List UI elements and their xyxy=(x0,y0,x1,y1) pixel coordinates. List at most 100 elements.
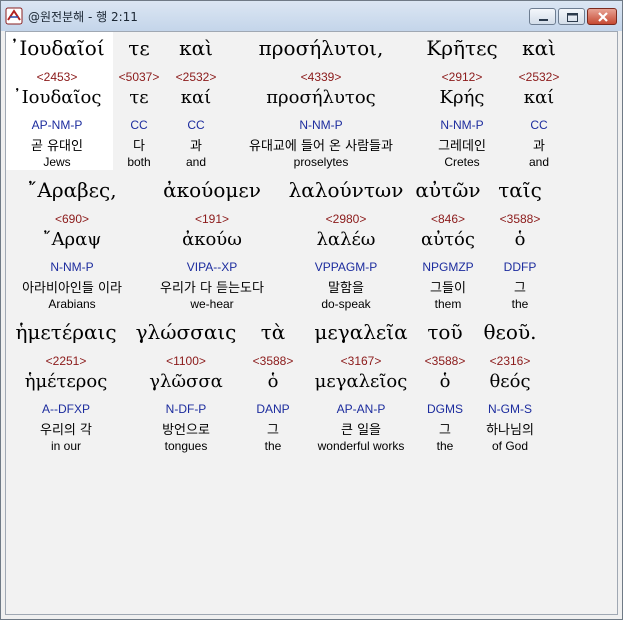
english-gloss: Arabians xyxy=(48,297,96,311)
morphology-code[interactable]: N-NM-P xyxy=(228,118,414,132)
lemma: ῎Αραψ xyxy=(42,229,102,250)
korean-gloss: 과 xyxy=(190,139,202,154)
korean-gloss: 방언으로 xyxy=(162,423,210,438)
strong-number[interactable]: <2251> xyxy=(8,354,124,368)
morphology-code[interactable]: N-GM-S xyxy=(478,402,542,416)
strong-number[interactable]: <846> xyxy=(410,212,486,226)
strong-number[interactable]: <690> xyxy=(8,212,136,226)
word-block[interactable]: ᾿Ιουδαῖοί <2453> ᾿Ιουδαῖος AP-NM-P 곧 유대인… xyxy=(6,36,108,171)
morphology-code[interactable]: VIPA--XP xyxy=(144,260,280,274)
korean-gloss: 우리가 다 듣는도다 xyxy=(160,281,264,296)
english-gloss: in our xyxy=(50,439,82,453)
lemma: τε xyxy=(129,87,149,108)
english-gloss: wonderful works xyxy=(317,439,405,453)
korean-gloss: 말함을 xyxy=(328,281,364,296)
morphology-code[interactable]: CC xyxy=(512,118,566,132)
word-block[interactable]: καὶ <2532> καί CC 과 and xyxy=(170,36,222,171)
morphology-code[interactable]: A--DFXP xyxy=(8,402,124,416)
korean-gloss: 그들이 xyxy=(430,281,466,296)
word-block[interactable]: ἡμετέραις <2251> ἡμέτερος A--DFXP 우리의 각 … xyxy=(8,320,124,455)
strong-number[interactable]: <4339> xyxy=(228,70,414,84)
strong-number[interactable]: <2316> xyxy=(478,354,542,368)
word-block[interactable]: τοῦ <3588> ὁ DGMS 그 the xyxy=(418,320,472,455)
morphology-code[interactable]: NPGMZP xyxy=(410,260,486,274)
korean-gloss: 과 xyxy=(533,139,545,154)
word-block[interactable]: ἀκούομεν <191> ἀκούω VIPA--XP 우리가 다 듣는도다… xyxy=(144,178,280,313)
word-block[interactable]: καὶ <2532> καί CC 과 and xyxy=(512,36,566,171)
morphology-code[interactable]: CC xyxy=(170,118,222,132)
lemma: προσήλυτος xyxy=(266,87,376,108)
korean-gloss: 하나님의 xyxy=(486,423,534,438)
korean-gloss: 아라비아인들 이라 xyxy=(22,281,122,296)
interlinear-panel[interactable]: ᾿Ιουδαῖοί <2453> ᾿Ιουδαῖος AP-NM-P 곧 유대인… xyxy=(5,31,618,615)
lemma: γλῶσσα xyxy=(149,371,223,392)
english-gloss: proselytes xyxy=(293,155,349,169)
word-block[interactable]: τε <5037> τε CC 다 both xyxy=(113,36,165,171)
word-block[interactable]: μεγαλεῖα <3167> μεγαλεῖος AP-AN-P 큰 일을 w… xyxy=(304,320,418,455)
morphology-code[interactable]: N-NM-P xyxy=(418,118,506,132)
lemma: Κρής xyxy=(439,87,485,108)
lemma: καί xyxy=(523,87,555,108)
strong-number[interactable]: <2912> xyxy=(418,70,506,84)
greek-word: ᾿Ιουδαῖοί xyxy=(9,36,105,60)
window-title: @원전분해 - 행 2:11 xyxy=(28,10,138,24)
word-block[interactable]: ῎Αραβες, <690> ῎Αραψ N-NM-P 아라비아인들 이라 Ar… xyxy=(8,178,136,313)
morphology-code[interactable]: DANP xyxy=(248,402,298,416)
strong-number[interactable]: <1100> xyxy=(130,354,242,368)
strong-number[interactable]: <3588> xyxy=(418,354,472,368)
lemma: ἡμέτερος xyxy=(24,371,108,392)
strong-number[interactable]: <3588> xyxy=(248,354,298,368)
word-block[interactable]: Κρῆτες <2912> Κρής N-NM-P 그레데인 Cretes xyxy=(418,36,506,171)
lemma: λαλέω xyxy=(316,229,376,250)
word-block[interactable]: τὰ <3588> ὁ DANP 그 the xyxy=(248,320,298,455)
morphology-code[interactable]: AP-NM-P xyxy=(6,118,108,132)
english-gloss: the xyxy=(264,439,282,453)
strong-number[interactable]: <191> xyxy=(144,212,280,226)
greek-word: τοῦ xyxy=(427,320,463,344)
greek-word: προσήλυτοι, xyxy=(258,36,384,60)
english-gloss: do-speak xyxy=(321,297,371,311)
korean-gloss: 그레데인 xyxy=(438,139,486,154)
strong-number[interactable]: <2532> xyxy=(512,70,566,84)
close-button[interactable] xyxy=(587,8,617,25)
strong-number[interactable]: <3167> xyxy=(304,354,418,368)
lemma: μεγαλεῖος xyxy=(314,371,408,392)
morphology-code[interactable]: VPPAGM-P xyxy=(286,260,406,274)
lemma: ὁ xyxy=(267,371,279,392)
english-gloss: of God xyxy=(491,439,529,453)
strong-number[interactable]: <3588> xyxy=(490,212,550,226)
greek-word: ῎Αραβες, xyxy=(27,178,117,202)
word-block[interactable]: αὐτῶν <846> αὐτός NPGMZP 그들이 them xyxy=(410,178,486,313)
morphology-code[interactable]: CC xyxy=(113,118,165,132)
word-block[interactable]: θεοῦ. <2316> θεός N-GM-S 하나님의 of God xyxy=(478,320,542,455)
greek-word: αὐτῶν xyxy=(415,178,481,202)
english-gloss: the xyxy=(511,297,529,311)
greek-word: γλώσσαις xyxy=(135,320,237,344)
english-gloss: and xyxy=(528,155,550,169)
strong-number[interactable]: <5037> xyxy=(113,70,165,84)
strong-number[interactable]: <2980> xyxy=(286,212,406,226)
korean-gloss: 우리의 각 xyxy=(40,423,92,438)
word-block[interactable]: ταῖς <3588> ὁ DDFP 그 the xyxy=(490,178,550,313)
korean-gloss: 곧 유대인 xyxy=(31,139,83,154)
minimize-button[interactable] xyxy=(529,8,556,25)
lemma: αὐτός xyxy=(421,229,475,250)
morphology-code[interactable]: DGMS xyxy=(418,402,472,416)
korean-gloss: 큰 일을 xyxy=(340,423,381,438)
title-bar[interactable]: @원전분해 - 행 2:11 xyxy=(1,1,622,31)
korean-gloss: 다 xyxy=(133,139,145,154)
maximize-button[interactable] xyxy=(558,8,585,25)
morphology-code[interactable]: DDFP xyxy=(490,260,550,274)
greek-word: τε xyxy=(128,36,150,60)
english-gloss: Jews xyxy=(43,155,71,169)
morphology-code[interactable]: N-DF-P xyxy=(130,402,242,416)
greek-word: θεοῦ. xyxy=(483,320,537,344)
word-block[interactable]: γλώσσαις <1100> γλῶσσα N-DF-P 방언으로 tongu… xyxy=(130,320,242,455)
strong-number[interactable]: <2453> xyxy=(6,70,108,84)
strong-number[interactable]: <2532> xyxy=(170,70,222,84)
english-gloss: Cretes xyxy=(444,155,480,169)
morphology-code[interactable]: AP-AN-P xyxy=(304,402,418,416)
word-block[interactable]: λαλούντων <2980> λαλέω VPPAGM-P 말함을 do-s… xyxy=(286,178,406,313)
morphology-code[interactable]: N-NM-P xyxy=(8,260,136,274)
word-block[interactable]: προσήλυτοι, <4339> προσήλυτος N-NM-P 유대교… xyxy=(228,36,414,171)
